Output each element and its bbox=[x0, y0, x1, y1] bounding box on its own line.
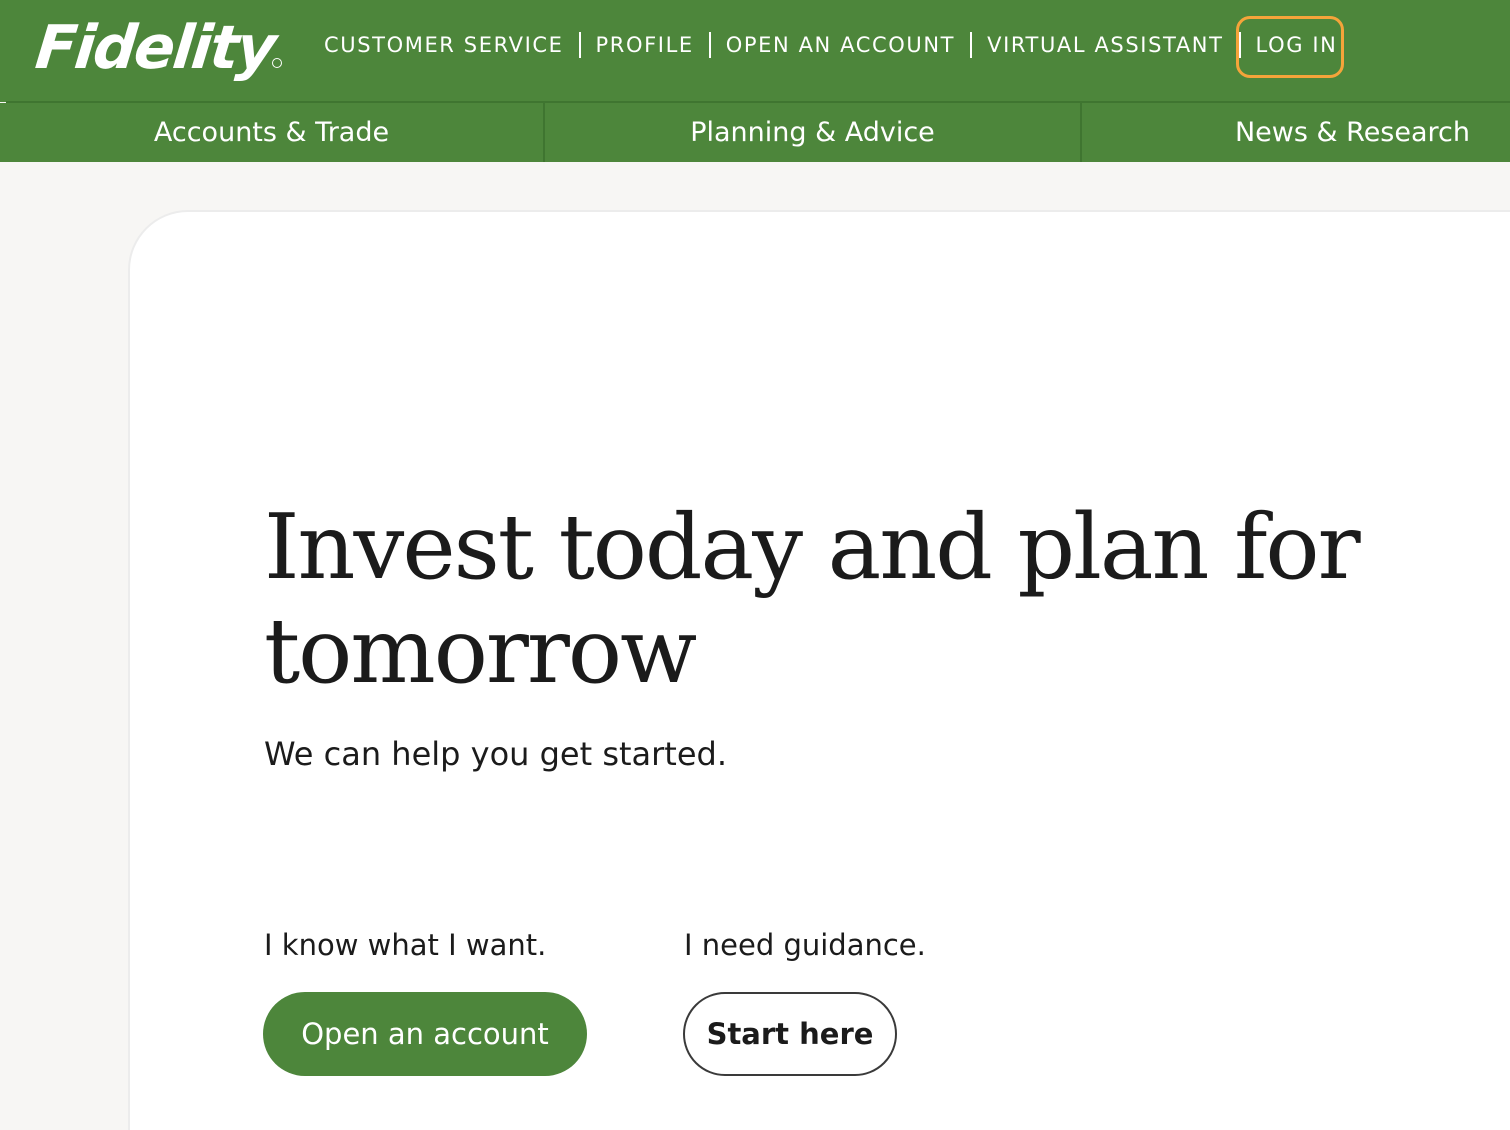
nav-separator bbox=[1238, 32, 1241, 58]
open-an-account-button[interactable]: Open an account bbox=[263, 992, 587, 1076]
top-header: Fidelity CUSTOMER SERVICE PROFILE OPEN A… bbox=[0, 0, 1510, 102]
registered-mark-icon bbox=[272, 58, 282, 68]
nav-separator bbox=[708, 32, 711, 58]
hero-subtitle: We can help you get started. bbox=[264, 735, 728, 773]
hero-title: Invest today and plan for tomorrow bbox=[264, 495, 1361, 704]
fidelity-logo[interactable]: Fidelity bbox=[32, 12, 278, 84]
log-in-link[interactable]: LOG IN bbox=[1248, 33, 1346, 57]
main-nav: Accounts & Trade Planning & Advice News … bbox=[0, 103, 1510, 162]
need-guidance-label: I need guidance. bbox=[684, 928, 926, 962]
know-what-i-want-label: I know what I want. bbox=[264, 928, 547, 962]
nav-news-research[interactable]: News & Research bbox=[1080, 103, 1510, 162]
profile-link[interactable]: PROFILE bbox=[596, 33, 694, 57]
customer-service-link[interactable]: CUSTOMER SERVICE bbox=[324, 33, 564, 57]
virtual-assistant-link[interactable]: VIRTUAL ASSISTANT bbox=[987, 33, 1223, 57]
utility-nav: CUSTOMER SERVICE PROFILE OPEN AN ACCOUNT… bbox=[324, 28, 1345, 62]
nav-separator bbox=[970, 32, 973, 58]
nav-planning-advice[interactable]: Planning & Advice bbox=[543, 103, 1080, 162]
open-an-account-link[interactable]: OPEN AN ACCOUNT bbox=[726, 33, 955, 57]
start-here-button[interactable]: Start here bbox=[683, 992, 897, 1076]
nav-separator bbox=[578, 32, 581, 58]
nav-accounts-trade[interactable]: Accounts & Trade bbox=[0, 103, 543, 162]
